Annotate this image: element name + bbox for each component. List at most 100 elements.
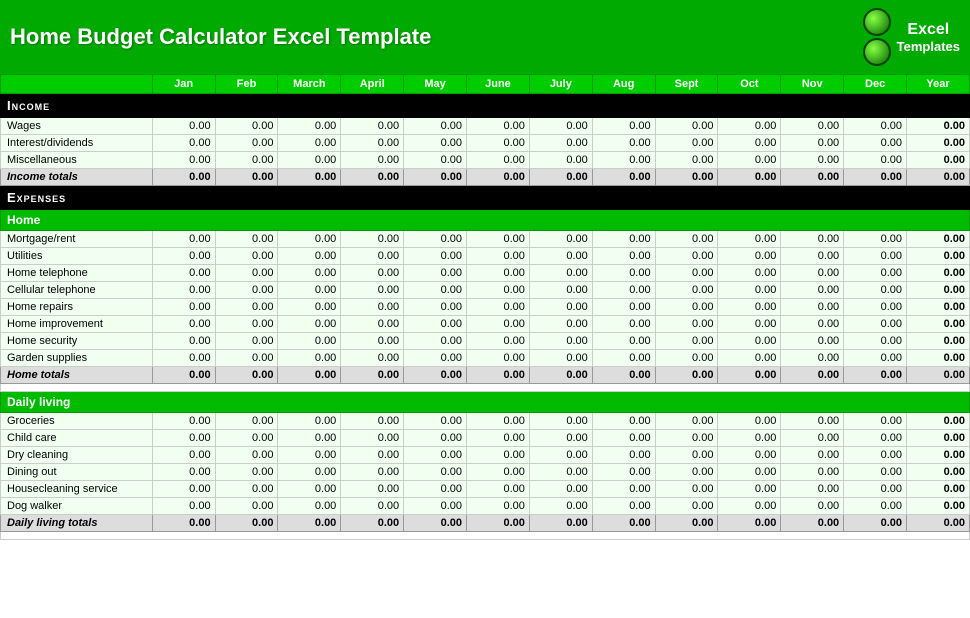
- col-sept: Sept: [655, 75, 718, 94]
- interest-nov[interactable]: 0.00: [781, 135, 844, 152]
- col-may: May: [404, 75, 467, 94]
- logo-line1: Excel: [907, 21, 949, 39]
- spacer-1: [1, 384, 970, 392]
- income-total-feb: 0.00: [215, 169, 278, 186]
- col-feb: Feb: [215, 75, 278, 94]
- interest-apr[interactable]: 0.00: [341, 135, 404, 152]
- utilities-label: Utilities: [1, 248, 153, 265]
- logo-text: Excel Templates: [897, 21, 960, 54]
- mortgage-label: Mortgage/rent: [1, 231, 153, 248]
- misc-may[interactable]: 0.00: [404, 152, 467, 169]
- income-totals-label: Income totals: [1, 169, 153, 186]
- wages-apr[interactable]: 0.00: [341, 118, 404, 135]
- home-telephone-row: Home telephone 0.00 0.00 0.00 0.00 0.00 …: [1, 265, 970, 282]
- income-section-header: Income: [1, 94, 970, 118]
- home-totals-row: Home totals 0.00 0.00 0.00 0.00 0.00 0.0…: [1, 367, 970, 384]
- wages-may[interactable]: 0.00: [404, 118, 467, 135]
- interest-jan[interactable]: 0.00: [152, 135, 215, 152]
- wages-nov[interactable]: 0.00: [781, 118, 844, 135]
- income-total-apr: 0.00: [341, 169, 404, 186]
- interest-dec[interactable]: 0.00: [844, 135, 907, 152]
- home-telephone-label: Home telephone: [1, 265, 153, 282]
- interest-mar[interactable]: 0.00: [278, 135, 341, 152]
- col-jan: Jan: [152, 75, 215, 94]
- cellular-telephone-row: Cellular telephone 0.00 0.00 0.00 0.00 0…: [1, 282, 970, 299]
- home-subtitle: Home: [1, 210, 970, 231]
- dining-out-row: Dining out 0.00 0.00 0.00 0.00 0.00 0.00…: [1, 464, 970, 481]
- expenses-section-header: Expenses: [1, 186, 970, 210]
- home-improvement-label: Home improvement: [1, 316, 153, 333]
- utilities-row: Utilities 0.00 0.00 0.00 0.00 0.00 0.00 …: [1, 248, 970, 265]
- interest-may[interactable]: 0.00: [404, 135, 467, 152]
- dry-cleaning-label: Dry cleaning: [1, 447, 153, 464]
- income-total-year: 0.00: [907, 169, 970, 186]
- income-total-aug: 0.00: [592, 169, 655, 186]
- interest-feb[interactable]: 0.00: [215, 135, 278, 152]
- col-july: July: [529, 75, 592, 94]
- childcare-row: Child care 0.00 0.00 0.00 0.00 0.00 0.00…: [1, 430, 970, 447]
- col-april: April: [341, 75, 404, 94]
- wages-sep[interactable]: 0.00: [655, 118, 718, 135]
- col-june: June: [467, 75, 530, 94]
- home-security-row: Home security 0.00 0.00 0.00 0.00 0.00 0…: [1, 333, 970, 350]
- misc-dec[interactable]: 0.00: [844, 152, 907, 169]
- mortgage-row: Mortgage/rent 0.00 0.00 0.00 0.00 0.00 0…: [1, 231, 970, 248]
- wages-label: Wages: [1, 118, 153, 135]
- wages-jan[interactable]: 0.00: [152, 118, 215, 135]
- misc-jan[interactable]: 0.00: [152, 152, 215, 169]
- interest-jun[interactable]: 0.00: [467, 135, 530, 152]
- income-total-dec: 0.00: [844, 169, 907, 186]
- col-march: March: [278, 75, 341, 94]
- home-sub-header: Home: [1, 210, 970, 231]
- daily-living-totals-label: Daily living totals: [1, 515, 153, 532]
- housecleaning-label: Housecleaning service: [1, 481, 153, 498]
- interest-jul[interactable]: 0.00: [529, 135, 592, 152]
- wages-oct[interactable]: 0.00: [718, 118, 781, 135]
- interest-sep[interactable]: 0.00: [655, 135, 718, 152]
- interest-label: Interest/dividends: [1, 135, 153, 152]
- groceries-row: Groceries 0.00 0.00 0.00 0.00 0.00 0.00 …: [1, 413, 970, 430]
- wages-mar[interactable]: 0.00: [278, 118, 341, 135]
- dry-cleaning-row: Dry cleaning 0.00 0.00 0.00 0.00 0.00 0.…: [1, 447, 970, 464]
- wages-dec[interactable]: 0.00: [844, 118, 907, 135]
- dining-out-label: Dining out: [1, 464, 153, 481]
- misc-label: Miscellaneous: [1, 152, 153, 169]
- misc-oct[interactable]: 0.00: [718, 152, 781, 169]
- home-repairs-row: Home repairs 0.00 0.00 0.00 0.00 0.00 0.…: [1, 299, 970, 316]
- miscellaneous-row: Miscellaneous 0.00 0.00 0.00 0.00 0.00 0…: [1, 152, 970, 169]
- home-totals-label: Home totals: [1, 367, 153, 384]
- income-total-jul: 0.00: [529, 169, 592, 186]
- misc-sep[interactable]: 0.00: [655, 152, 718, 169]
- wages-jul[interactable]: 0.00: [529, 118, 592, 135]
- misc-nov[interactable]: 0.00: [781, 152, 844, 169]
- col-oct: Oct: [718, 75, 781, 94]
- interest-aug[interactable]: 0.00: [592, 135, 655, 152]
- income-total-sep: 0.00: [655, 169, 718, 186]
- interest-oct[interactable]: 0.00: [718, 135, 781, 152]
- spacer-2: [1, 532, 970, 540]
- misc-jun[interactable]: 0.00: [467, 152, 530, 169]
- logo-circle-bottom: [863, 38, 891, 66]
- misc-aug[interactable]: 0.00: [592, 152, 655, 169]
- income-total-nov: 0.00: [781, 169, 844, 186]
- wages-feb[interactable]: 0.00: [215, 118, 278, 135]
- misc-mar[interactable]: 0.00: [278, 152, 341, 169]
- income-total-jun: 0.00: [467, 169, 530, 186]
- wages-row: Wages 0.00 0.00 0.00 0.00 0.00 0.00 0.00…: [1, 118, 970, 135]
- label-header: [1, 75, 153, 94]
- logo-area: Excel Templates: [863, 8, 960, 66]
- header: Home Budget Calculator Excel Template Ex…: [0, 0, 970, 74]
- income-total-jan: 0.00: [152, 169, 215, 186]
- garden-supplies-label: Garden supplies: [1, 350, 153, 367]
- misc-feb[interactable]: 0.00: [215, 152, 278, 169]
- home-security-label: Home security: [1, 333, 153, 350]
- income-total-mar: 0.00: [278, 169, 341, 186]
- income-title: Income: [1, 94, 970, 118]
- expenses-title: Expenses: [1, 186, 970, 210]
- misc-apr[interactable]: 0.00: [341, 152, 404, 169]
- cellular-telephone-label: Cellular telephone: [1, 282, 153, 299]
- home-improvement-row: Home improvement 0.00 0.00 0.00 0.00 0.0…: [1, 316, 970, 333]
- wages-aug[interactable]: 0.00: [592, 118, 655, 135]
- wages-jun[interactable]: 0.00: [467, 118, 530, 135]
- misc-jul[interactable]: 0.00: [529, 152, 592, 169]
